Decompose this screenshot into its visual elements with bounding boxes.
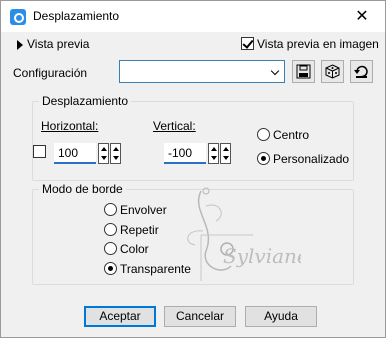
vertical-value: -100 (168, 146, 193, 160)
config-preset-combo[interactable] (119, 60, 285, 83)
reset-button[interactable] (350, 60, 373, 83)
expand-triangle-icon (17, 40, 23, 50)
vertical-input[interactable]: -100 (164, 143, 206, 164)
custom-radio-label: Personalizado (273, 152, 350, 166)
config-label: Configuración (13, 66, 88, 80)
dialog-window: Desplazamiento ✕ Vista previa Vista prev… (0, 0, 386, 338)
vertical-slider-button[interactable] (220, 143, 231, 164)
window-title: Desplazamiento (33, 9, 120, 23)
color-radio[interactable] (104, 242, 117, 255)
ok-button[interactable]: Aceptar (84, 306, 156, 327)
app-icon (10, 9, 26, 25)
cancel-button[interactable]: Cancelar (164, 306, 236, 327)
close-button[interactable]: ✕ (339, 1, 385, 32)
horizontal-spinner[interactable] (98, 143, 109, 164)
color-radio-label: Color (120, 242, 149, 256)
transparent-radio[interactable] (104, 262, 117, 275)
random-dice-icon (325, 64, 340, 79)
vertical-label: Vertical: (153, 119, 196, 133)
offset-group-title: Desplazamiento (39, 94, 132, 108)
save-preset-button[interactable] (292, 60, 315, 83)
horizontal-slider-button[interactable] (110, 143, 121, 164)
center-radio-label: Centro (273, 128, 310, 142)
horizontal-value: 100 (58, 146, 79, 160)
link-values-checkbox[interactable] (33, 145, 46, 158)
preview-on-image-label: Vista previa en imagen (257, 37, 379, 51)
help-button[interactable]: Ayuda (245, 306, 317, 327)
repeat-radio[interactable] (104, 223, 117, 236)
watermark-text: Sylviane (223, 244, 301, 268)
horizontal-label: Horizontal: (41, 119, 99, 133)
title-bar: Desplazamiento ✕ (1, 1, 385, 32)
preview-on-image-checkbox[interactable] (241, 37, 254, 50)
horizontal-input[interactable]: 100 (54, 143, 96, 164)
reset-icon (354, 65, 368, 78)
preview-toggle-label: Vista previa (27, 37, 90, 51)
wrap-radio-label: Envolver (120, 203, 167, 217)
vertical-spinner[interactable] (208, 143, 219, 164)
wrap-radio[interactable] (104, 203, 117, 216)
chevron-down-icon[interactable] (268, 61, 284, 82)
center-radio[interactable] (257, 128, 270, 141)
randomize-button[interactable] (321, 60, 344, 83)
save-icon (296, 64, 311, 79)
repeat-radio-label: Repetir (120, 223, 159, 237)
custom-radio[interactable] (257, 152, 270, 165)
sylviane-watermark: Sylviane (187, 187, 301, 281)
border-mode-group-title: Modo de borde (39, 182, 126, 196)
